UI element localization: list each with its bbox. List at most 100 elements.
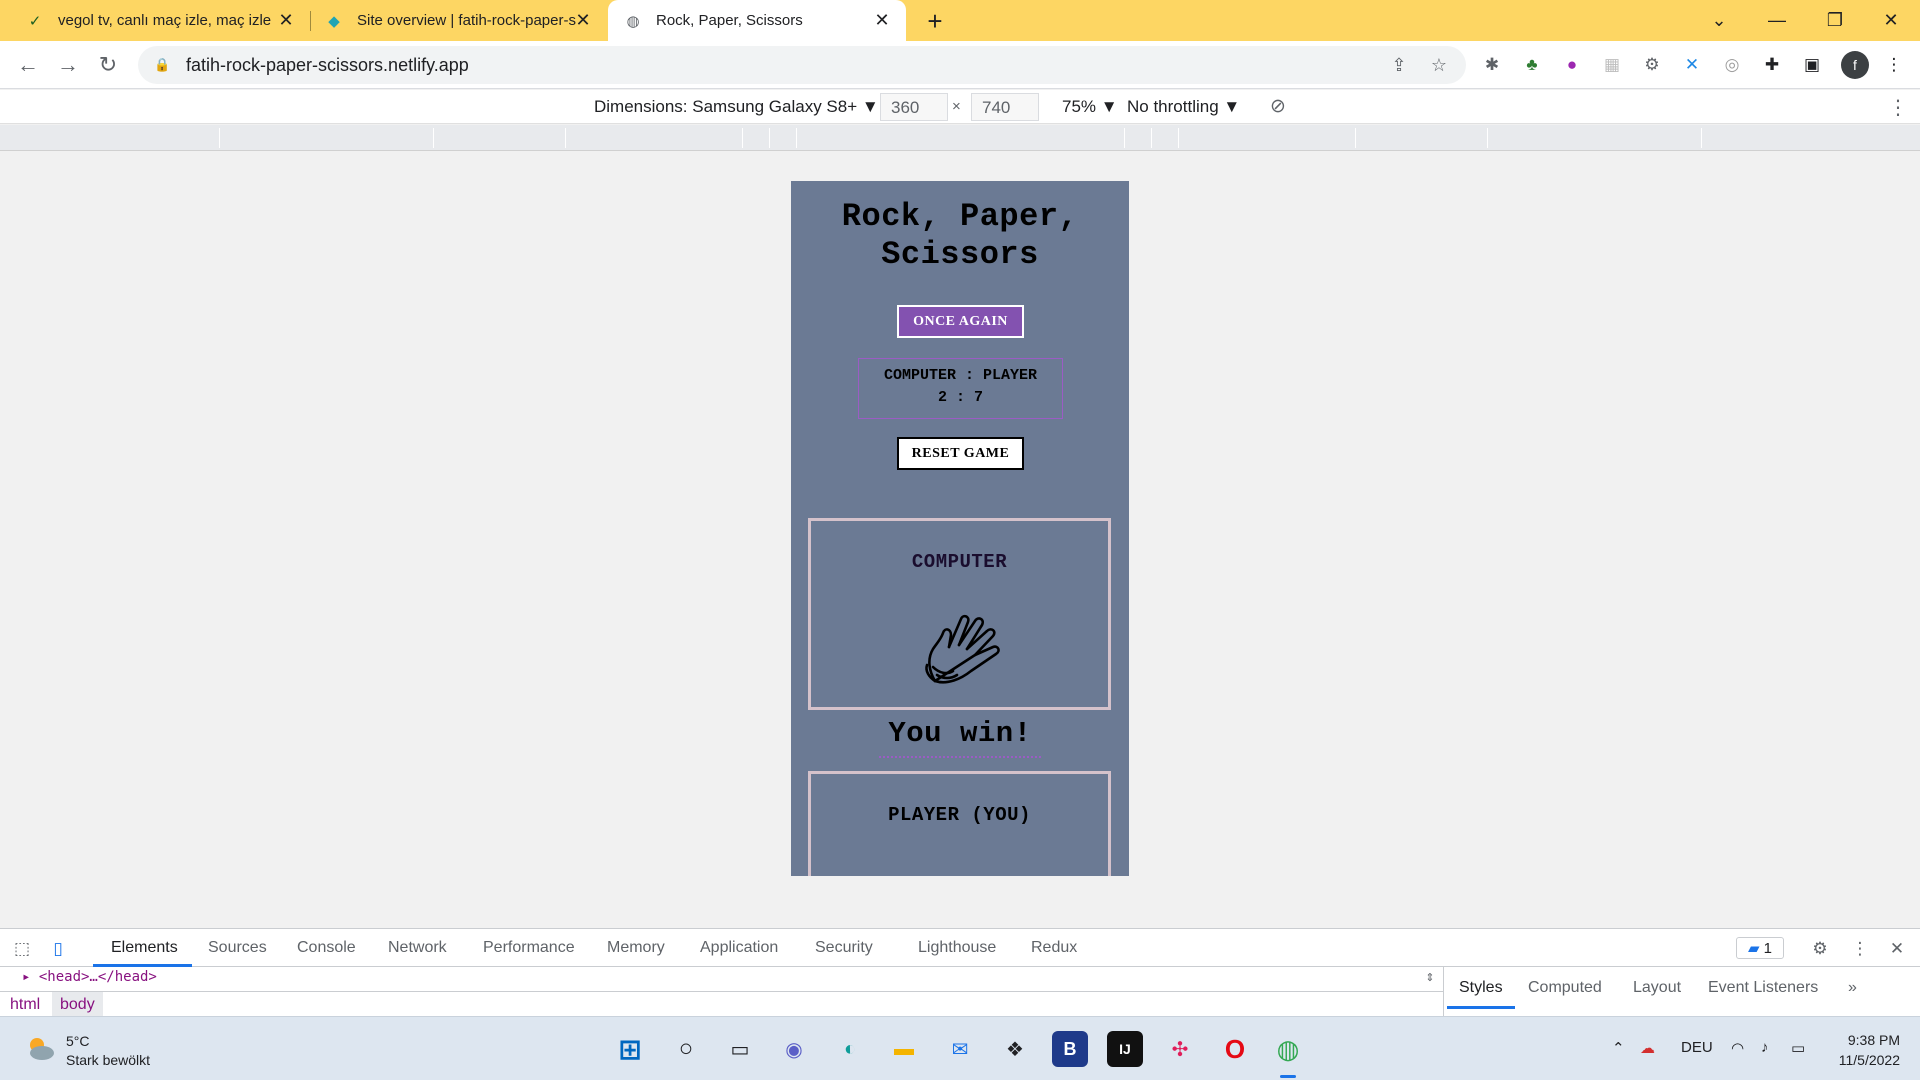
- ruler-segment[interactable]: [1151, 128, 1152, 148]
- slack-icon[interactable]: ✣: [1162, 1031, 1198, 1067]
- ruler-segment[interactable]: [1355, 128, 1356, 148]
- tab-console[interactable]: Console: [297, 939, 356, 957]
- tab-performance[interactable]: Performance: [483, 939, 575, 957]
- b-app-icon[interactable]: B: [1052, 1031, 1088, 1067]
- system-clock[interactable]: 9:38 PM 11/5/2022: [1830, 1030, 1900, 1070]
- clock-date: 11/5/2022: [1838, 1052, 1900, 1068]
- tools-extension-icon[interactable]: ✕: [1680, 53, 1704, 77]
- side-panel-icon[interactable]: ▣: [1800, 53, 1824, 77]
- zoom-select[interactable]: 75% ▼: [1062, 97, 1118, 117]
- wifi-icon[interactable]: ◠: [1731, 1039, 1744, 1057]
- search-icon[interactable]: ○: [668, 1031, 704, 1067]
- tab-elements[interactable]: Elements: [111, 939, 178, 957]
- puzzle-extensions-icon[interactable]: ✚: [1760, 53, 1784, 77]
- weather-cloud-icon[interactable]: [22, 1031, 58, 1067]
- forward-button[interactable]: →: [52, 49, 84, 81]
- tab-event-listeners[interactable]: Event Listeners: [1708, 979, 1818, 997]
- close-tab-icon[interactable]: ✕: [276, 10, 296, 30]
- more-tabs-icon[interactable]: »: [1848, 979, 1857, 997]
- browser-menu-icon[interactable]: ⋮: [1882, 53, 1906, 77]
- address-bar[interactable]: 🔒 fatih-rock-paper-scissors.netlify.app …: [138, 46, 1466, 84]
- onedrive-error-icon[interactable]: ☁: [1640, 1039, 1655, 1057]
- tray-chevron-icon[interactable]: ⌃: [1612, 1039, 1625, 1057]
- breadcrumb-body[interactable]: body: [52, 992, 103, 1017]
- dropbox-icon[interactable]: ❖: [997, 1031, 1033, 1067]
- tab-layout[interactable]: Layout: [1633, 979, 1681, 997]
- ruler-segment[interactable]: [796, 128, 797, 148]
- rotate-icon[interactable]: ⊘: [1270, 95, 1286, 118]
- device-toggle-icon[interactable]: ▯: [46, 937, 70, 961]
- devtools-menu-icon[interactable]: ⋮: [1848, 937, 1872, 961]
- ruler-segment[interactable]: [433, 128, 434, 148]
- ruler-segment[interactable]: [1487, 128, 1488, 148]
- inspect-element-icon[interactable]: ⬚: [10, 937, 34, 961]
- tab-lighthouse[interactable]: Lighthouse: [918, 939, 996, 957]
- ruler-segment[interactable]: [219, 128, 220, 148]
- device-more-icon[interactable]: ⋮: [1888, 95, 1908, 120]
- issues-badge[interactable]: ▰ 1: [1736, 937, 1784, 959]
- bookmark-star-icon[interactable]: ☆: [1428, 54, 1450, 76]
- reset-game-button[interactable]: RESET GAME: [897, 437, 1024, 470]
- edge-icon[interactable]: ◐: [832, 1031, 868, 1067]
- language-indicator[interactable]: DEU: [1681, 1039, 1713, 1056]
- ruler-segment[interactable]: [1701, 128, 1702, 148]
- once-again-button[interactable]: ONCE AGAIN: [897, 305, 1024, 338]
- close-tab-icon[interactable]: ✕: [573, 10, 593, 30]
- close-tab-icon[interactable]: ✕: [872, 10, 892, 30]
- reload-button[interactable]: ↻: [92, 49, 124, 81]
- back-button[interactable]: ←: [12, 49, 44, 81]
- tab-rock-paper-scissors[interactable]: ◍ Rock, Paper, Scissors ✕: [608, 0, 906, 41]
- close-devtools-icon[interactable]: ✕: [1885, 937, 1909, 961]
- netlify-icon: ◆: [328, 12, 340, 30]
- opera-icon[interactable]: O: [1217, 1031, 1253, 1067]
- viewport-height-input[interactable]: 740: [971, 93, 1039, 121]
- dom-tree-line[interactable]: ▸ <head>…</head>: [22, 969, 157, 985]
- ruler-segment[interactable]: [742, 128, 743, 148]
- grid-extension-icon[interactable]: ▦: [1600, 53, 1624, 77]
- tab-redux[interactable]: Redux: [1031, 939, 1077, 957]
- mail-icon[interactable]: ✉: [942, 1031, 978, 1067]
- breadcrumb-html[interactable]: html: [10, 996, 40, 1014]
- html-tree-extension-icon[interactable]: ♣: [1520, 53, 1544, 77]
- share-icon[interactable]: ⇪: [1388, 54, 1410, 76]
- chrome-icon[interactable]: ◍: [1270, 1031, 1306, 1067]
- globe-icon: ◍: [626, 12, 640, 30]
- battery-icon[interactable]: ▭: [1791, 1039, 1805, 1057]
- breadcrumb: html body: [0, 991, 1444, 1017]
- resize-handle-icon[interactable]: ⇕: [1422, 969, 1438, 985]
- tab-application[interactable]: Application: [700, 939, 778, 957]
- tab-sources[interactable]: Sources: [208, 939, 267, 957]
- tab-memory[interactable]: Memory: [607, 939, 665, 957]
- task-view-icon[interactable]: ▭: [722, 1031, 758, 1067]
- ruler-segment[interactable]: [1124, 128, 1125, 148]
- ruler-segment[interactable]: [769, 128, 770, 148]
- ruler-segment[interactable]: [565, 128, 566, 148]
- gear-extension-icon[interactable]: ⚙: [1640, 53, 1664, 77]
- windows-start-icon[interactable]: ⊞: [612, 1031, 648, 1067]
- volume-icon[interactable]: ♪: [1761, 1039, 1769, 1056]
- intellij-icon[interactable]: IJ: [1107, 1031, 1143, 1067]
- circle-extension-icon[interactable]: ◎: [1720, 53, 1744, 77]
- bug-extension-icon[interactable]: ✱: [1480, 53, 1504, 77]
- tab-security[interactable]: Security: [815, 939, 873, 957]
- device-dimensions-select[interactable]: Dimensions: Samsung Galaxy S8+ ▼: [594, 97, 879, 117]
- tab-vegol[interactable]: ✓ vegol tv, canlı maç izle, maç izle ✕: [0, 0, 310, 41]
- purple-extension-icon[interactable]: ●: [1560, 53, 1584, 77]
- new-tab-button[interactable]: +: [920, 6, 950, 36]
- tab-search-icon[interactable]: ⌄: [1690, 0, 1748, 41]
- result-underline: [879, 756, 1041, 758]
- tab-network[interactable]: Network: [388, 939, 447, 957]
- close-window-button[interactable]: ✕: [1862, 0, 1920, 41]
- tab-computed[interactable]: Computed: [1528, 979, 1602, 997]
- ruler-segment[interactable]: [1178, 128, 1179, 148]
- tab-netlify[interactable]: ◆ Site overview | fatih-rock-paper-s ✕: [311, 0, 607, 41]
- minimize-button[interactable]: —: [1748, 0, 1806, 41]
- teams-chat-icon[interactable]: ◉: [776, 1031, 812, 1067]
- tab-styles[interactable]: Styles: [1459, 979, 1503, 997]
- settings-gear-icon[interactable]: ⚙: [1808, 937, 1832, 961]
- profile-avatar[interactable]: f: [1841, 51, 1869, 79]
- viewport-width-input[interactable]: 360: [880, 93, 948, 121]
- throttling-select[interactable]: No throttling ▼: [1127, 97, 1240, 117]
- restore-button[interactable]: ❐: [1806, 0, 1864, 41]
- file-explorer-icon[interactable]: ▬: [886, 1031, 922, 1067]
